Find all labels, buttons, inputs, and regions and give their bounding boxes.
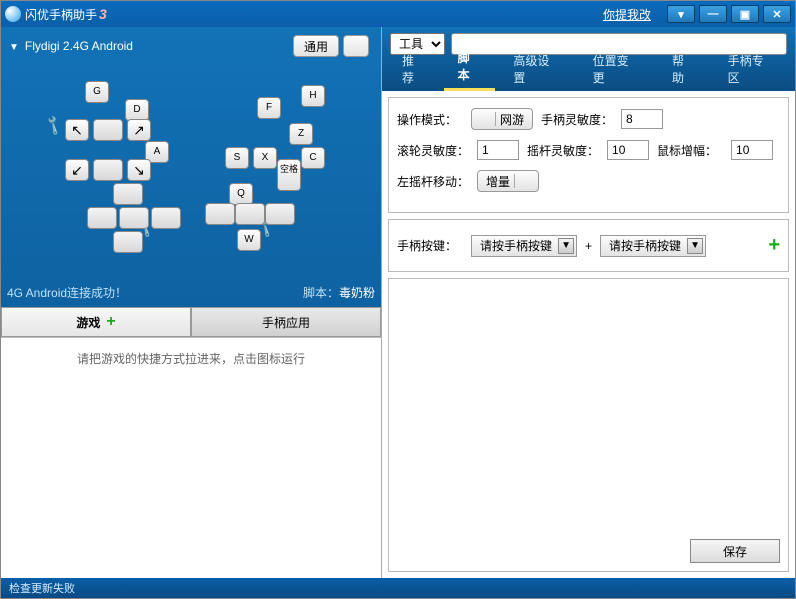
minimize-button[interactable]: —	[699, 5, 727, 23]
key-f[interactable]: F	[257, 97, 281, 119]
key-combo-1-text: 请按手柄按键	[480, 237, 552, 254]
dpad-right[interactable]	[151, 207, 181, 229]
key-combo-2-text: 请按手柄按键	[609, 237, 681, 254]
chevron-down-icon: ▼	[558, 238, 574, 254]
script-name: 毒奶粉	[339, 286, 375, 300]
arrow-upright-icon[interactable]: ↗	[127, 119, 151, 141]
dpad-left[interactable]	[87, 207, 117, 229]
game-drop-area[interactable]: 请把游戏的快捷方式拉进来，点击图标运行	[1, 337, 381, 578]
arrow-upleft-icon[interactable]: ↖	[65, 119, 89, 141]
app-logo-icon	[5, 6, 21, 22]
maximize-button[interactable]: ▣	[731, 5, 759, 23]
lstick-value: 增量	[486, 173, 510, 190]
status-bar: 检查更新失败	[1, 578, 795, 598]
arrow-up-blank[interactable]	[93, 119, 123, 141]
general-mode: 通用	[293, 35, 369, 57]
mouse-label: 鼠标增幅：	[657, 142, 723, 159]
feedback-link[interactable]: 你提我改	[603, 6, 651, 23]
close-button[interactable]: ✕	[763, 5, 791, 23]
plus-icon[interactable]: +	[106, 313, 115, 331]
settings-box: 操作模式： 网游 手柄灵敏度： 滚轮灵敏度： 摇杆灵敏度： 鼠标增幅：	[388, 97, 789, 213]
wrench-icon[interactable]: 🔧	[42, 114, 64, 136]
update-status: 检查更新失败	[9, 580, 75, 596]
mapping-area: Flydigi 2.4G Android 通用 🔧 🔧 🔧 G D A F H …	[1, 27, 381, 307]
tab-gamepad-app[interactable]: 手柄应用	[191, 307, 381, 337]
key-c[interactable]: C	[301, 147, 325, 169]
title-bar: 闪优手柄助手3 你提我改 ▾ — ▣ ✕	[1, 1, 795, 27]
tab-help[interactable]: 帮助	[658, 46, 710, 91]
key-z[interactable]: Z	[289, 123, 313, 145]
key-binding-row: 手柄按键： 请按手柄按键 ▼ + 请按手柄按键 ▼ +	[388, 219, 789, 272]
drop-hint: 请把游戏的快捷方式拉进来，点击图标运行	[77, 352, 305, 366]
dpad-up[interactable]	[113, 183, 143, 205]
key-space[interactable]: 空格	[277, 159, 301, 191]
app-window: 闪优手柄助手3 你提我改 ▾ — ▣ ✕ Flydigi 2.4G Androi…	[0, 0, 796, 599]
key-combo-2[interactable]: 请按手柄按键 ▼	[600, 235, 706, 257]
device-name[interactable]: Flydigi 2.4G Android	[9, 39, 133, 53]
tab-zone[interactable]: 手柄专区	[714, 46, 789, 91]
tab-recommend[interactable]: 推荐	[388, 46, 440, 91]
lstick-select[interactable]: 增量	[477, 170, 539, 192]
stick-label: 摇杆灵敏度：	[527, 142, 599, 159]
key-x[interactable]: X	[253, 147, 277, 169]
key-g[interactable]: G	[85, 81, 109, 103]
app-version: 3	[99, 6, 107, 22]
lstick-label: 左摇杆移动：	[397, 173, 469, 190]
tab-game[interactable]: 游戏 +	[1, 307, 191, 337]
general-mode-label[interactable]: 通用	[293, 35, 339, 57]
tab-advanced[interactable]: 高级设置	[499, 46, 574, 91]
tab-script[interactable]: 脚本	[444, 43, 496, 91]
sens-input[interactable]	[621, 109, 663, 129]
arrow-downright-icon[interactable]: ↘	[127, 159, 151, 181]
content-area: 操作模式： 网游 手柄灵敏度： 滚轮灵敏度： 摇杆灵敏度： 鼠标增幅：	[382, 91, 795, 578]
general-mode-blank[interactable]	[343, 35, 369, 57]
mode-select[interactable]: 网游	[471, 108, 533, 130]
main-area: Flydigi 2.4G Android 通用 🔧 🔧 🔧 G D A F H …	[1, 27, 795, 578]
key-h[interactable]: H	[301, 85, 325, 107]
nav-tabs: 推荐 脚本 高级设置 位置变更 帮助 手柄专区	[382, 61, 795, 91]
tab-app-label: 手柄应用	[262, 314, 310, 331]
key-d[interactable]: D	[125, 99, 149, 121]
arrow-down-blank[interactable]	[93, 159, 123, 181]
key-w[interactable]: W	[237, 229, 261, 251]
key-label: 手柄按键：	[397, 237, 463, 254]
key-combo-1[interactable]: 请按手柄按键 ▼	[471, 235, 577, 257]
save-button[interactable]: 保存	[690, 539, 780, 563]
rpad-right[interactable]	[265, 203, 295, 225]
content-fill: 保存	[388, 278, 789, 572]
rpad-up[interactable]	[235, 203, 265, 225]
script-label: 脚本：	[303, 286, 339, 300]
chevron-down-icon: ▼	[687, 238, 703, 254]
mode-value: 网游	[500, 111, 524, 128]
tab-position[interactable]: 位置变更	[579, 46, 654, 91]
stick-input[interactable]	[607, 140, 649, 160]
left-tabs: 游戏 + 手柄应用	[1, 307, 381, 337]
dpad-center[interactable]	[119, 207, 149, 229]
rpad-left[interactable]	[205, 203, 235, 225]
status-line: 4G Android连接成功！ 脚本：毒奶粉	[7, 284, 375, 301]
add-binding-button[interactable]: +	[768, 234, 780, 257]
wheel-input[interactable]	[477, 140, 519, 160]
dpad-down[interactable]	[113, 231, 143, 253]
mode-label: 操作模式：	[397, 111, 463, 128]
left-panel: Flydigi 2.4G Android 通用 🔧 🔧 🔧 G D A F H …	[1, 27, 381, 578]
arrow-downleft-icon[interactable]: ↙	[65, 159, 89, 181]
sens-label: 手柄灵敏度：	[541, 111, 613, 128]
right-panel: 工具 推荐 脚本 高级设置 位置变更 帮助 手柄专区 操作模式： 网游 手柄灵敏…	[381, 27, 795, 578]
plus-separator: +	[585, 239, 592, 253]
window-dropdown-button[interactable]: ▾	[667, 5, 695, 23]
app-name: 闪优手柄助手	[25, 8, 97, 22]
key-s[interactable]: S	[225, 147, 249, 169]
connection-status: 4G Android连接成功！	[7, 284, 127, 301]
app-title: 闪优手柄助手3	[25, 6, 107, 23]
key-q[interactable]: Q	[229, 183, 253, 205]
wheel-label: 滚轮灵敏度：	[397, 142, 469, 159]
tab-game-label: 游戏	[76, 314, 100, 331]
mouse-input[interactable]	[731, 140, 773, 160]
